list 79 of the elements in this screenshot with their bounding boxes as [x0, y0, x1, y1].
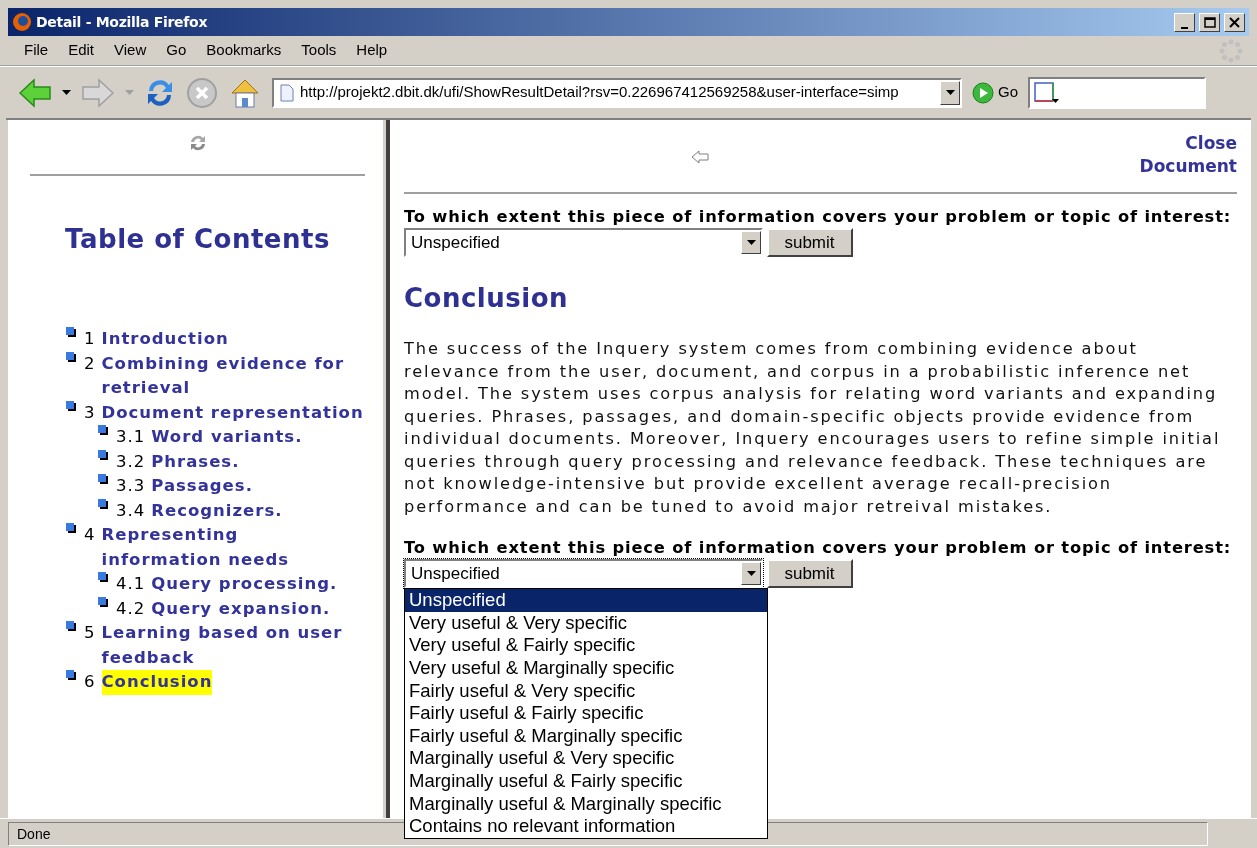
toc-link[interactable]: Combining evidence for retrieval	[101, 351, 365, 401]
bullet-icon	[98, 572, 108, 582]
section-number: 3.3	[116, 475, 146, 497]
dropdown-option[interactable]: Marginally useful & Marginally specific	[405, 792, 767, 816]
bullet-icon	[98, 425, 108, 435]
section-number: 4	[84, 524, 96, 546]
dropdown-option[interactable]: Fairly useful & Very specific	[405, 679, 767, 703]
dropdown-option[interactable]: Fairly useful & Fairly specific	[405, 702, 767, 725]
bullet-icon	[98, 474, 108, 484]
window-title: Detail - Mozilla Firefox	[36, 12, 209, 32]
dropdown-option[interactable]: Fairly useful & Marginally specific	[405, 724, 767, 748]
toc-link[interactable]: Document representation	[101, 400, 364, 425]
toc-link[interactable]: Passages.	[151, 474, 253, 499]
back-arrow-icon[interactable]	[691, 150, 709, 164]
menu-item[interactable]: View	[104, 39, 157, 62]
section-heading: Conclusion	[404, 283, 570, 315]
menu-item[interactable]: Edit	[58, 39, 105, 62]
rating-select[interactable]: Unspecified	[404, 559, 763, 589]
dropdown-option[interactable]: Contains no relevant information	[405, 815, 767, 838]
search-field[interactable]	[1028, 76, 1206, 109]
toc-link[interactable]: Representing information needs	[101, 523, 365, 572]
section-number: 4.2	[116, 597, 146, 620]
bullet-icon	[98, 596, 108, 607]
toc-link[interactable]: Phrases.	[151, 449, 240, 474]
bullet-icon	[66, 670, 76, 680]
dropdown-option[interactable]: Very useful & Marginally specific	[405, 656, 767, 680]
menu-item[interactable]: Help	[346, 39, 398, 62]
toc-link[interactable]: Recognizers.	[151, 498, 283, 523]
bullet-icon	[98, 449, 108, 460]
caret-icon	[746, 240, 756, 245]
section-number: 3.2	[116, 450, 146, 473]
toc-link[interactable]: Query processing.	[151, 572, 338, 597]
section-number: 2	[84, 352, 96, 375]
toc-heading: Table of Contents	[64, 223, 331, 256]
toc-link[interactable]: Introduction	[101, 327, 229, 352]
bullet-icon	[66, 621, 76, 631]
toc-link[interactable]: Conclusion	[101, 670, 213, 695]
page-icon	[280, 83, 294, 102]
dropdown-option[interactable]: Marginally useful & Fairly specific	[405, 769, 767, 793]
menu-item[interactable]: File	[14, 39, 59, 62]
rating-select[interactable]: Unspecified	[404, 228, 763, 257]
section-number: 5	[84, 622, 96, 644]
go-icon[interactable]	[972, 81, 994, 104]
bullet-icon	[66, 523, 76, 533]
close-document-link[interactable]: Close Document	[1127, 132, 1237, 178]
search-engine-icon	[1034, 81, 1060, 104]
toc-link[interactable]: Word variants.	[151, 425, 303, 450]
section-number: 4.1	[116, 573, 146, 595]
go-button[interactable]: Go	[998, 81, 1018, 104]
section-number: 3.4	[116, 499, 146, 522]
submit-button[interactable]: submit	[766, 559, 853, 589]
caret-icon	[746, 571, 756, 577]
dropdown-caret-icon[interactable]	[62, 90, 71, 95]
dropdown-option[interactable]: Unspecified	[405, 589, 767, 612]
question-text: To which extent this piece of information covers your problem or topic of interest:	[404, 537, 1233, 560]
bullet-icon	[66, 351, 76, 362]
back-arrow-icon[interactable]	[18, 77, 52, 108]
section-number: 6	[84, 671, 96, 693]
menu-item[interactable]: Go	[156, 39, 197, 62]
menu-item[interactable]: Bookmarks	[196, 39, 292, 62]
bullet-icon	[66, 400, 76, 411]
question-text: To which extent this piece of information covers your problem or topic of interest:	[404, 206, 1233, 228]
body-paragraph: The success of the Inquery system comes from combining evidence about relevance from the user, document, and corpus in a probabilistic inference net model. The system uses corpus analysis for relating word variants and expanding queries. Phrases, passages, and domain-specific objects provide evidence from individual documents. Moreover, Inquery encourages users to refine simple initial queries through query processing and relevance feedback. These techniques are not knowledge-intensive but provide excellent average recall-precision performance and can be tuned to avoid major retreival mistakes.	[404, 338, 1222, 518]
dropdown-option[interactable]: Very useful & Fairly specific	[405, 634, 767, 657]
bullet-icon	[66, 327, 76, 337]
toc-link[interactable]: Query expansion.	[151, 596, 331, 621]
menu-item[interactable]: Tools	[291, 39, 347, 62]
caret-icon	[945, 90, 955, 95]
section-number: 3	[84, 401, 96, 424]
submit-button[interactable]: submit	[766, 228, 853, 257]
toc-link[interactable]: Learning based on user feedback	[101, 621, 365, 670]
address-field[interactable]: http://projekt2.dbit.dk/ufi/ShowResultDetail?rsv=0.226967412569258&user-interface=simp	[272, 77, 962, 108]
dropdown-option[interactable]: Very useful & Very specific	[405, 611, 767, 635]
section-number: 3.1	[116, 426, 146, 448]
dropdown-option[interactable]: Marginally useful & Very specific	[405, 747, 767, 770]
section-number: 1	[84, 328, 96, 350]
bullet-icon	[98, 498, 108, 509]
stop-icon[interactable]	[186, 76, 218, 109]
dropdown-button[interactable]	[940, 80, 960, 105]
